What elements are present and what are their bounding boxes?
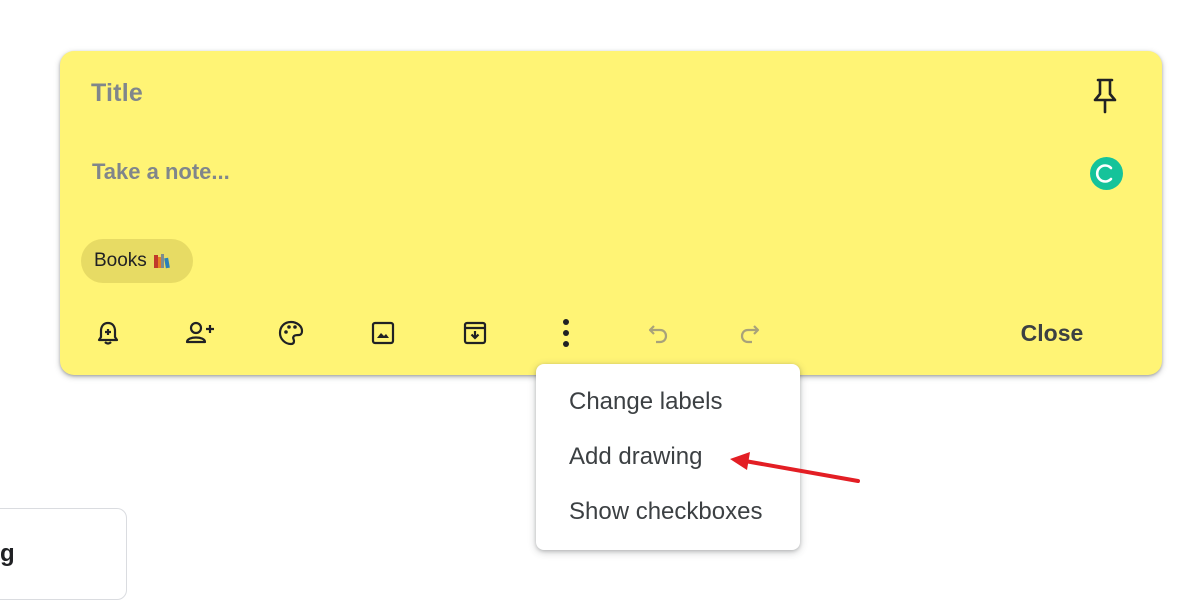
note-editor: Title Take a note... Books Close	[60, 51, 1162, 375]
grammarly-button[interactable]	[1090, 157, 1123, 190]
collaborator-button[interactable]	[180, 314, 220, 352]
more-options-menu: Change labels Add drawing Show checkboxe…	[536, 364, 800, 550]
remind-me-button[interactable]	[88, 314, 128, 352]
books-emoji-icon	[153, 254, 170, 269]
label-chip-text: Books	[94, 250, 147, 271]
menu-item-change-labels[interactable]: Change labels	[569, 388, 722, 416]
more-options-button[interactable]	[546, 314, 586, 352]
palette-icon	[278, 320, 304, 346]
more-options-icon	[563, 319, 569, 347]
add-image-button[interactable]	[363, 314, 403, 352]
redo-button[interactable]	[730, 314, 770, 352]
pin-note-button[interactable]	[1090, 76, 1120, 116]
label-chip-books[interactable]: Books	[81, 239, 193, 283]
grammarly-icon	[1095, 164, 1113, 183]
close-button[interactable]: Close	[1006, 316, 1098, 350]
image-icon	[371, 321, 395, 345]
archive-button[interactable]	[455, 314, 495, 352]
menu-item-show-checkboxes[interactable]: Show checkboxes	[569, 498, 762, 526]
background-options-button[interactable]	[271, 314, 311, 352]
background-note-text: g	[0, 540, 15, 567]
menu-item-add-drawing[interactable]: Add drawing	[569, 443, 702, 471]
pin-icon	[1093, 78, 1117, 114]
remind-me-icon	[97, 321, 119, 345]
undo-button[interactable]	[638, 314, 678, 352]
collaborator-icon	[185, 321, 214, 344]
archive-icon	[463, 321, 487, 345]
note-body-input[interactable]: Take a note...	[92, 159, 230, 185]
redo-icon	[740, 325, 760, 344]
undo-icon	[648, 325, 668, 344]
background-note-card[interactable]	[0, 508, 127, 600]
note-title-input[interactable]: Title	[91, 79, 143, 108]
